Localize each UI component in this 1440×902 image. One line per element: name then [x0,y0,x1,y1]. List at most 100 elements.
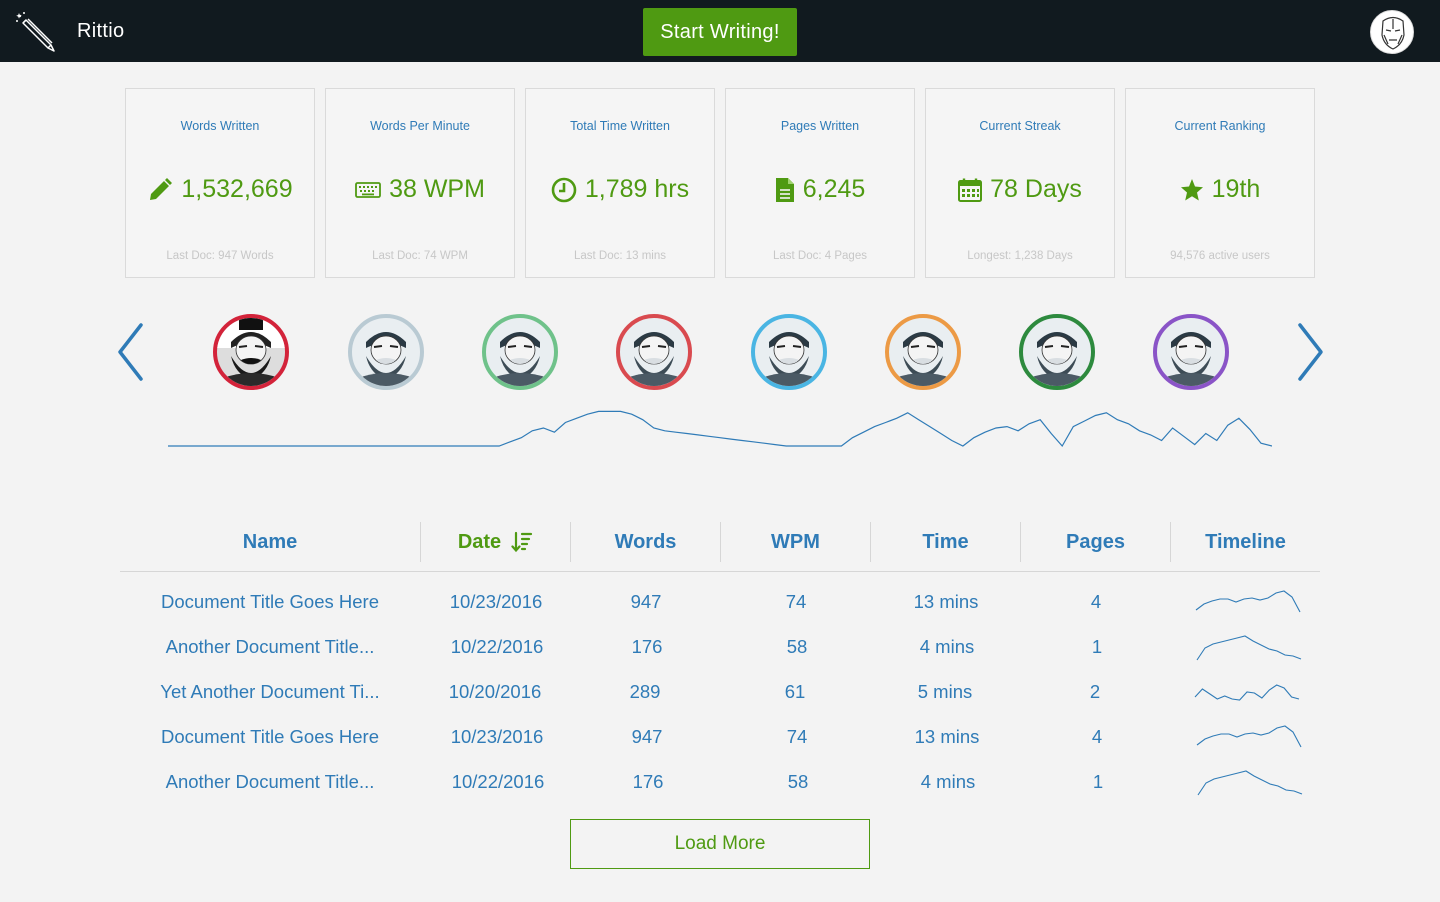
cell-pages: 2 [1089,680,1101,702]
stat-value: 1,789 hrs [584,175,690,203]
stat-value-row: 1,532,669 [126,175,314,204]
stat-value: 1,532,669 [181,175,293,203]
stat-value-row: 78 Days [926,175,1114,204]
bearded-face-icon [217,318,285,386]
stats-cards: Words Written 1,532,669 Last Doc: 947 Wo… [125,88,1315,278]
cell-wpm: 74 [785,590,807,612]
timeline-line [1195,590,1301,613]
writer-avatar[interactable] [482,314,558,390]
cell-time: 13 mins [913,590,979,612]
top-bar: Rittio Start Writing! [0,0,1440,62]
calendar-icon [958,178,983,202]
table-row[interactable]: Yet Another Document Ti... 10/20/2016 289 6… [120,669,1320,714]
table-header: Name Date Words WPM Time Pages Timeline [120,520,1320,572]
iron-mask-icon [1381,16,1405,50]
cell-wpm: 58 [786,635,808,657]
load-more-button[interactable]: Load More [570,819,870,869]
cell-name[interactable]: Document Title Goes Here [120,714,420,759]
bearded-face-icon [358,332,414,386]
timeline-sparkline [1194,684,1300,701]
carousel-prev-arrow-icon[interactable] [116,322,146,382]
stat-value: 38 WPM [389,175,485,203]
column-header-words[interactable]: Words [570,522,720,562]
column-header-wpm[interactable]: WPM [720,522,870,562]
app-name[interactable]: Rittio [77,20,124,43]
column-header-name[interactable]: Name [120,522,420,562]
writer-avatar[interactable] [885,314,961,390]
writer-avatar[interactable] [616,314,692,390]
timeline-sparkline [1196,635,1302,661]
cell-wpm: 74 [786,725,808,747]
stat-card-words: Words Written 1,532,669 Last Doc: 947 Wo… [125,88,315,278]
cell-date: 10/23/2016 [450,725,544,747]
bearded-face-icon [761,332,817,386]
timeline-sparkline [1197,770,1303,796]
timeline-sparkline [1196,725,1302,748]
timeline-line [1196,725,1302,748]
stat-value-row: 38 WPM [326,175,514,204]
stat-title: Words Per Minute [370,119,470,133]
stat-card-streak: Current Streak 78 Days Longest: 1,238 Da… [925,88,1115,278]
cell-time: 4 mins [919,635,975,657]
column-header-time[interactable]: Time [870,522,1020,562]
table-row[interactable]: Document Title Goes Here 10/23/2016 947 74 1… [120,579,1320,624]
bearded-face-icon [895,332,951,386]
cell-pages: 4 [1091,725,1103,747]
document-icon [775,177,794,202]
table-row[interactable]: Another Document Title... 10/22/2016 176 58… [120,759,1320,804]
pencil-logo-icon[interactable] [14,10,58,54]
column-header-pages[interactable]: Pages [1020,522,1170,562]
bearded-face-icon [1163,332,1219,386]
stat-value-row: 1,789 hrs [526,175,714,204]
stat-value-row: 6,245 [726,175,914,204]
sort-descending-icon[interactable] [511,531,533,553]
cell-time: 4 mins [920,770,976,792]
cell-wpm: 61 [784,680,806,702]
timeline-line [1197,770,1303,796]
pencil-icon [150,177,173,200]
timeline-line [1194,684,1300,701]
cell-pages: 1 [1091,635,1103,657]
writer-avatar[interactable] [348,314,424,390]
writer-avatar[interactable] [1019,314,1095,390]
cell-time: 5 mins [917,680,973,702]
writer-avatar[interactable] [1153,314,1229,390]
cell-wpm: 58 [787,770,809,792]
stat-title: Current Ranking [1174,119,1266,133]
stat-value: 19th [1211,175,1261,203]
table-row[interactable]: Another Document Title... 10/22/2016 176 58… [120,624,1320,669]
keyboard-icon [355,181,381,198]
cell-name[interactable]: Another Document Title... [120,624,420,669]
stat-card-wpm: Words Per Minute 38 WPM Last Doc: 74 WPM [325,88,515,278]
cell-pages: 4 [1090,590,1102,612]
timeline-sparkline [1195,590,1301,613]
stat-title: Current Streak [979,119,1061,133]
cell-date: 10/23/2016 [449,590,543,612]
cell-words: 289 [629,680,661,702]
carousel-next-arrow-icon[interactable] [1295,322,1325,382]
column-header-date[interactable]: Date [420,522,570,562]
writer-avatar[interactable] [751,314,827,390]
timeline-line [1196,635,1302,661]
table-row[interactable]: Document Title Goes Here 10/23/2016 947 74 1… [120,714,1320,759]
stat-sub: Longest: 1,238 Days [967,250,1073,262]
user-avatar[interactable] [1370,10,1414,54]
stat-title: Words Written [180,119,260,133]
writer-avatar[interactable] [213,314,289,390]
cell-words: 176 [631,635,663,657]
column-header-timeline[interactable]: Timeline [1170,522,1320,562]
column-header-date-label: Date [457,530,502,553]
cell-name[interactable]: Document Title Goes Here [120,579,420,624]
cell-words: 947 [631,725,663,747]
cell-name[interactable]: Yet Another Document Ti... [120,669,420,714]
stat-sub: Last Doc: 74 WPM [372,250,468,262]
cell-name[interactable]: Another Document Title... [120,759,420,804]
documents-table: Name Date Words WPM Time Pages Timeline … [120,520,1320,796]
stat-value: 78 Days [990,175,1082,203]
stat-card-pages: Pages Written 6,245 Last Doc: 4 Pages [725,88,915,278]
cell-date: 10/20/2016 [448,680,542,702]
start-writing-button[interactable]: Start Writing! [643,8,797,56]
cell-date: 10/22/2016 [450,635,544,657]
activity-line [168,410,1272,448]
cell-date: 10/22/2016 [451,770,545,792]
